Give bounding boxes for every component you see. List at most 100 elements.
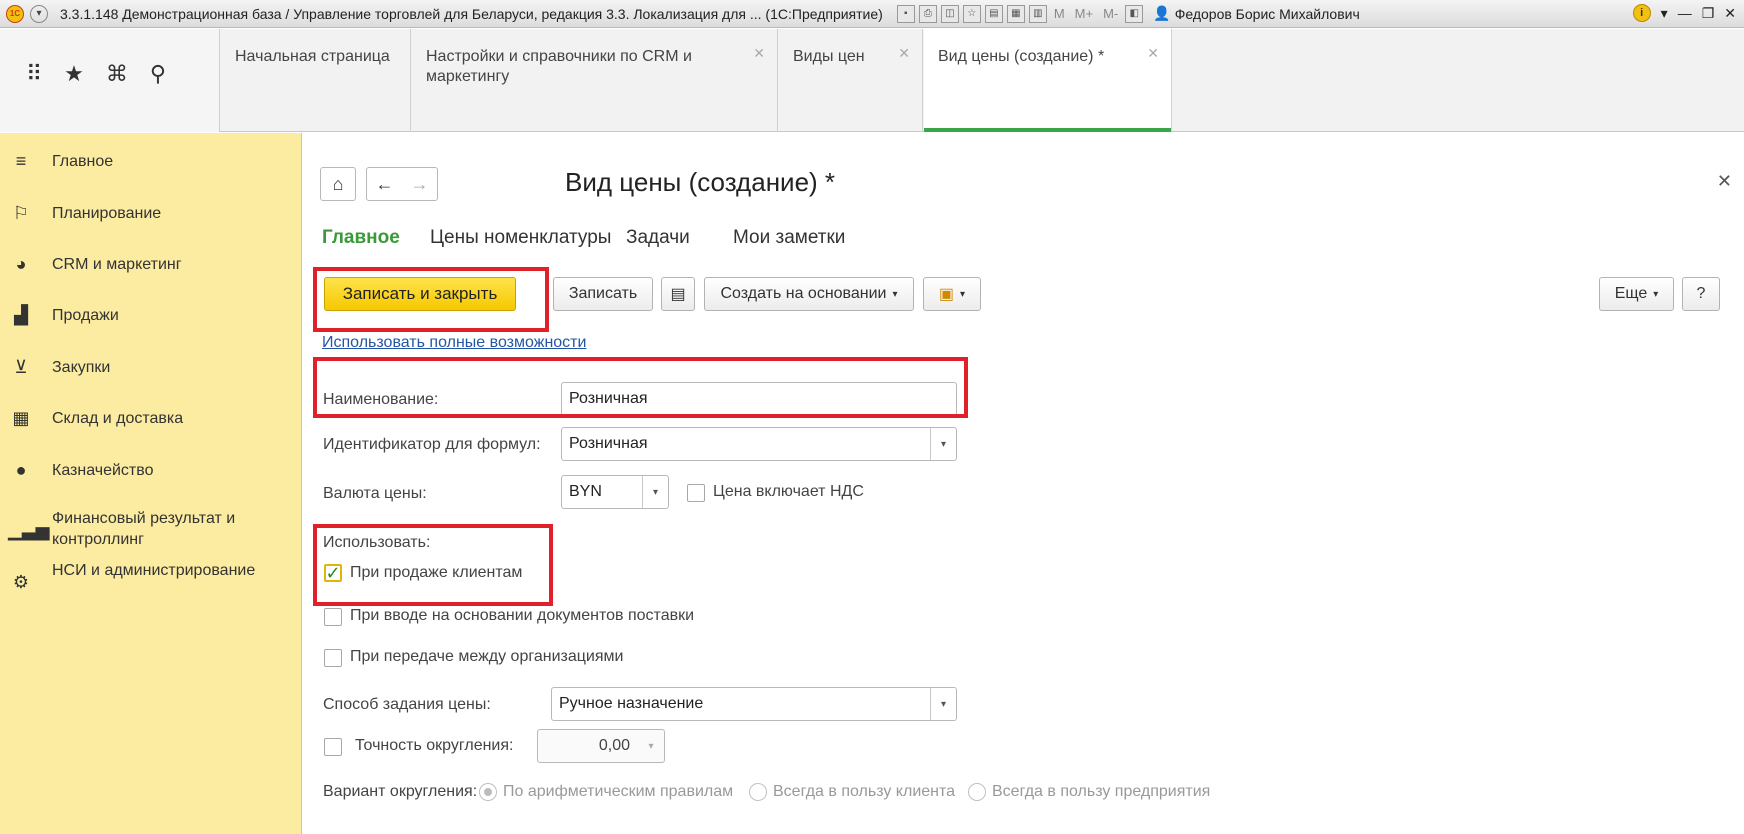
shopping-bag-icon: ▟ — [14, 305, 28, 325]
currency-select[interactable]: BYN ▾ — [561, 475, 669, 509]
tab-price-type-create[interactable]: Вид цены (создание) * ✕ — [924, 29, 1172, 132]
app-panel: ⠿ ★ ⌘ ⚲ — [0, 29, 220, 132]
hamburger-icon: ≡ — [15, 151, 27, 171]
sidebar-item-nsi-admin[interactable]: ⚙ НСИ и администрирование — [0, 560, 302, 593]
link-icon[interactable]: ▤ — [984, 4, 1003, 23]
current-user[interactable]: 👤 Федоров Борис Михайлович — [1153, 5, 1359, 22]
name-input[interactable] — [561, 382, 957, 416]
memory-mminus-button[interactable]: M- — [1103, 6, 1118, 21]
pie-chart-icon: ◕ — [15, 254, 27, 274]
vat-included-checkbox[interactable] — [687, 484, 705, 502]
dropdown-arrow-icon[interactable]: ▾ — [930, 688, 956, 720]
tab-close-icon[interactable]: ✕ — [898, 43, 910, 63]
supply-docs-checkbox[interactable] — [324, 608, 342, 626]
use-label: Использовать: — [323, 534, 431, 551]
dropdown-arrow-icon[interactable]: ▾ — [638, 730, 664, 762]
calculator-icon[interactable]: ▦ — [1006, 4, 1025, 23]
favorites-icon[interactable]: ☆ — [962, 4, 981, 23]
inter-org-transfer-checkbox[interactable] — [324, 649, 342, 667]
close-icon[interactable]: ✕ — [1724, 5, 1736, 22]
planning-icon: ⚐ — [12, 203, 30, 223]
form-area: ⌂ ← → Вид цены (создание) * ✕ Главное Це… — [303, 133, 1744, 834]
rounding-precision-checkbox[interactable] — [324, 738, 342, 756]
main-menu-icon[interactable]: ▾ — [30, 4, 48, 23]
bar-chart-icon: ▁▃▅ — [8, 520, 50, 540]
report-button[interactable]: ▤ — [661, 277, 695, 311]
apps-grid-icon[interactable]: ⠿ — [26, 61, 42, 87]
minimize-icon[interactable]: — — [1678, 5, 1692, 21]
info-icon[interactable]: i — [1632, 4, 1651, 22]
tab-main[interactable]: Главное — [322, 227, 400, 249]
gear-icon: ⚙ — [12, 572, 30, 592]
chevron-down-icon: ▾ — [892, 288, 898, 300]
search-icon[interactable]: ⚲ — [150, 61, 166, 87]
variant-enterprise-radio[interactable] — [968, 783, 986, 801]
user-name: Федоров Борис Михайлович — [1174, 5, 1360, 22]
attach-file-button[interactable]: ▣ ▾ — [923, 277, 981, 311]
save-button[interactable]: Записать — [553, 277, 653, 311]
sell-to-clients-label: При продаже клиентам — [350, 564, 523, 581]
restore-icon[interactable]: ❐ — [1702, 5, 1715, 22]
sidebar-item-planning[interactable]: ⚐ Планирование — [0, 203, 302, 224]
sidebar-item-purchases[interactable]: ⊻ Закупки — [0, 357, 302, 378]
star-icon[interactable]: ★ — [64, 61, 84, 87]
price-method-select[interactable]: Ручное назначение ▾ — [551, 687, 957, 721]
tab-close-icon[interactable]: ✕ — [753, 43, 765, 63]
sidebar-item-crm[interactable]: ◕ CRM и маркетинг — [0, 254, 302, 275]
home-icon: ⌂ — [332, 173, 344, 194]
sidebar-item-main[interactable]: ≡ Главное — [0, 151, 302, 172]
panels-icon[interactable]: ◧ — [1125, 4, 1144, 23]
tab-tasks[interactable]: Задачи — [626, 227, 690, 249]
identifier-input[interactable]: Розничная ▾ — [561, 427, 957, 461]
memory-m-button[interactable]: M — [1054, 6, 1065, 21]
sidebar-item-warehouse[interactable]: ▦ Склад и доставка — [0, 408, 302, 429]
attach-document-icon: ▣ — [938, 286, 955, 303]
tab-price-types[interactable]: Виды цен ✕ — [779, 29, 923, 132]
sidebar-item-treasury[interactable]: ● Казначейство — [0, 460, 302, 481]
calendar-icon[interactable]: ▥ — [1028, 4, 1047, 23]
tab-home[interactable]: Начальная страница — [221, 29, 411, 132]
tab-my-notes[interactable]: Мои заметки — [733, 227, 845, 249]
dropdown-arrow-icon[interactable]: ▾ — [642, 476, 668, 508]
memory-mplus-button[interactable]: M+ — [1075, 6, 1093, 21]
form-close-icon[interactable]: ✕ — [1717, 171, 1732, 192]
full-features-link[interactable]: Использовать полные возможности — [322, 334, 586, 352]
sidebar-item-finance[interactable]: ▁▃▅ Финансовый результат и контроллинг — [0, 508, 302, 550]
window-controls: i ▾ — ❐ ✕ — [1632, 4, 1736, 22]
rounding-variant-label: Вариант округления: — [323, 783, 478, 800]
tab-crm-settings[interactable]: Настройки и справочники по CRM и маркети… — [412, 29, 778, 132]
active-tab-indicator — [924, 128, 1171, 132]
sidebar-item-sales[interactable]: ▟ Продажи — [0, 305, 302, 326]
tab-strip: ⠿ ★ ⌘ ⚲ Начальная страница Настройки и с… — [0, 29, 1744, 132]
price-method-label: Способ задания цены: — [323, 696, 491, 713]
warehouse-icon: ▦ — [12, 408, 30, 428]
variant-arithmetic-radio[interactable] — [479, 783, 497, 801]
help-button[interactable]: ? — [1682, 277, 1720, 311]
sell-to-clients-checkbox[interactable]: ✓ — [324, 564, 342, 582]
dropdown-arrow-icon[interactable]: ▾ — [930, 428, 956, 460]
sidebar: ≡ Главное ⚐ Планирование ◕ CRM и маркети… — [0, 133, 302, 834]
save-and-close-button[interactable]: Записать и закрыть — [324, 277, 516, 311]
name-label: Наименование: — [323, 391, 439, 408]
user-icon: 👤 — [1153, 5, 1171, 21]
tab-close-icon[interactable]: ✕ — [1147, 43, 1159, 63]
1c-logo-icon[interactable]: 1С — [6, 4, 24, 23]
dropdown-icon[interactable]: ▾ — [1661, 5, 1668, 22]
vat-included-label: Цена включает НДС — [713, 483, 864, 500]
more-button[interactable]: Еще ▾ — [1599, 277, 1674, 311]
home-button[interactable]: ⌂ — [320, 167, 356, 201]
supply-docs-label: При вводе на основании документов постав… — [350, 607, 695, 624]
forward-arrow-icon[interactable]: → — [411, 174, 429, 195]
rounding-precision-input[interactable]: 0,00 ▾ — [537, 729, 665, 763]
variant-client-radio[interactable] — [749, 783, 767, 801]
form-title: Вид цены (создание) * — [565, 167, 836, 197]
preview-icon[interactable]: ◫ — [940, 4, 959, 23]
tab-item-prices[interactable]: Цены номенклатуры — [430, 227, 611, 249]
print-icon[interactable]: ⎙ — [918, 4, 937, 23]
chevron-down-icon: ▾ — [1653, 288, 1659, 300]
history-nav: ← → — [366, 167, 438, 201]
history-icon[interactable]: ⌘ — [106, 61, 128, 87]
back-arrow-icon[interactable]: ← — [376, 174, 394, 195]
create-based-on-button[interactable]: Создать на основании ▾ — [704, 277, 914, 311]
save-icon[interactable]: ▪ — [896, 4, 915, 23]
